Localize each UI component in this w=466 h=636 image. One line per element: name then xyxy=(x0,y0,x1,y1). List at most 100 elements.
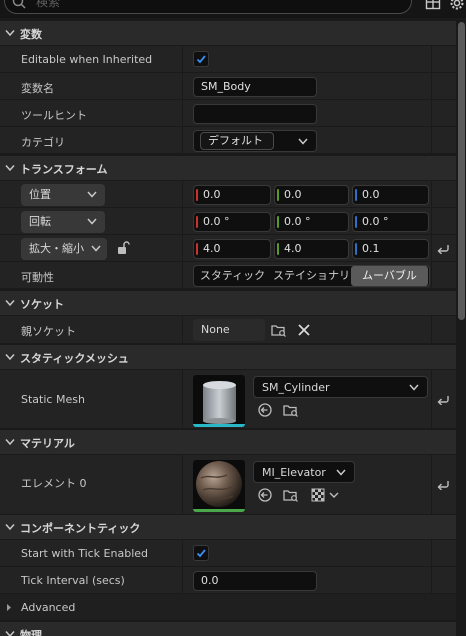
search-placeholder[interactable]: 検索 xyxy=(36,0,60,10)
static-mesh-thumbnail[interactable] xyxy=(193,375,245,427)
scale-z-field[interactable]: 0.1 xyxy=(352,239,429,259)
property-label: ツールヒント xyxy=(21,109,87,122)
property-row-mobility: 可動性 スタティック ステイショナリ ムーバブル xyxy=(0,262,456,289)
category-title: ソケット xyxy=(20,298,64,311)
chevron-down-icon xyxy=(298,138,308,145)
z-axis-marker xyxy=(355,243,357,255)
tooltip-field[interactable] xyxy=(193,104,317,124)
property-matrix-icon[interactable] xyxy=(425,0,441,10)
search-box[interactable] xyxy=(4,0,412,14)
property-label: Tick Interval (secs) xyxy=(21,574,125,587)
settings-gear-icon[interactable] xyxy=(448,0,466,12)
category-physics[interactable]: 物理 xyxy=(0,622,456,636)
property-label: 変数名 xyxy=(21,82,54,95)
property-label: 親ソケット xyxy=(21,325,76,338)
property-row-tick-interval: Tick Interval (secs) 0.0 xyxy=(0,567,456,594)
chevron-down-icon xyxy=(5,354,15,361)
unlock-icon[interactable] xyxy=(117,241,130,255)
category-combo[interactable]: デフォルト xyxy=(193,130,317,152)
category-transform[interactable]: トランスフォーム xyxy=(0,156,456,180)
category-title: トランスフォーム xyxy=(20,163,108,176)
location-y-field[interactable]: 0.0 xyxy=(274,185,349,205)
material-sphere-icon xyxy=(193,461,245,512)
checkmark-icon xyxy=(196,55,206,64)
reset-to-default-icon[interactable] xyxy=(437,480,449,490)
rotation-mode-combo[interactable]: 回転 xyxy=(21,211,105,233)
mobility-stationary-option[interactable]: ステイショナリ xyxy=(273,266,348,286)
material-combo[interactable]: MI_Elevator xyxy=(253,461,355,483)
property-row-rotation: 回転 0.0 ° 0.0 ° 0.0 ° xyxy=(0,208,456,235)
cylinder-thumbnail-icon xyxy=(193,381,245,427)
use-selected-asset-icon[interactable] xyxy=(258,488,272,502)
property-label: Static Mesh xyxy=(21,393,85,406)
location-x-field[interactable]: 0.0 xyxy=(193,185,271,205)
editable-checkbox[interactable] xyxy=(193,51,209,67)
property-label: Editable when Inherited xyxy=(21,53,153,66)
z-axis-marker xyxy=(355,189,357,201)
category-variable[interactable]: 変数 xyxy=(0,21,456,45)
rotation-x-field[interactable]: 0.0 ° xyxy=(193,212,271,232)
location-mode-combo[interactable]: 位置 xyxy=(21,184,105,206)
property-row-location: 位置 0.0 0.0 0.0 xyxy=(0,181,456,208)
start-with-tick-checkbox[interactable] xyxy=(193,545,209,561)
scale-y-field[interactable]: 4.0 xyxy=(274,239,349,259)
clear-close-icon[interactable] xyxy=(298,324,310,336)
category-value[interactable]: デフォルト xyxy=(200,132,274,150)
rotation-mode-label: 回転 xyxy=(29,215,51,228)
chevron-down-icon xyxy=(5,165,15,172)
checker-texture-dropdown-icon[interactable] xyxy=(311,488,341,502)
variable-name-field[interactable]: SM_Body xyxy=(193,77,317,97)
checkmark-icon xyxy=(196,549,206,558)
mobility-movable-option[interactable]: ムーバブル xyxy=(351,266,428,286)
chevron-down-icon xyxy=(91,245,101,252)
category-static-mesh[interactable]: スタティックメッシュ xyxy=(0,345,456,369)
category-socket[interactable]: ソケット xyxy=(0,291,456,315)
parent-socket-value[interactable]: None xyxy=(193,319,265,341)
category-component-tick[interactable]: コンポーネントティック xyxy=(0,515,456,539)
property-row-category: カテゴリ デフォルト xyxy=(0,127,456,154)
material-thumbnail[interactable] xyxy=(193,460,245,512)
property-row-start-with-tick: Start with Tick Enabled xyxy=(0,540,456,567)
location-z-field[interactable]: 0.0 xyxy=(352,185,429,205)
advanced-label: Advanced xyxy=(21,601,76,614)
category-title: マテリアル xyxy=(20,437,75,450)
property-row-material-element-0: エレメント 0 MI_Elevator xyxy=(0,455,456,515)
chevron-down-icon xyxy=(336,469,346,476)
chevron-down-icon xyxy=(5,524,15,531)
chevron-down-icon xyxy=(5,631,15,636)
static-mesh-combo[interactable]: SM_Cylinder xyxy=(253,376,428,398)
scrollbar-thumb[interactable] xyxy=(458,22,465,320)
property-row-scale: 拡大・縮小 4.0 4.0 0.1 xyxy=(0,235,456,262)
chevron-down-icon xyxy=(87,218,97,225)
category-title: 変数 xyxy=(20,28,42,41)
category-title: 物理 xyxy=(20,629,42,636)
chevron-right-icon xyxy=(7,604,11,611)
chevron-down-icon xyxy=(409,384,419,391)
y-axis-marker xyxy=(277,243,279,255)
scale-mode-label: 拡大・縮小 xyxy=(29,242,84,255)
browse-folder-icon[interactable] xyxy=(283,403,299,417)
reset-to-default-icon[interactable] xyxy=(437,395,449,405)
browse-folder-icon[interactable] xyxy=(271,323,287,337)
category-title: スタティックメッシュ xyxy=(20,352,129,365)
y-axis-marker xyxy=(277,216,279,228)
scale-mode-combo[interactable]: 拡大・縮小 xyxy=(21,238,107,260)
search-icon xyxy=(12,0,26,9)
scale-x-field[interactable]: 4.0 xyxy=(193,239,271,259)
rotation-y-field[interactable]: 0.0 ° xyxy=(274,212,349,232)
z-axis-marker xyxy=(355,216,357,228)
mobility-static-option[interactable]: スタティック xyxy=(195,266,270,286)
browse-folder-icon[interactable] xyxy=(283,488,299,502)
x-axis-marker xyxy=(196,216,198,228)
property-row-static-mesh: Static Mesh SM_Cylinder xyxy=(0,370,456,429)
tick-interval-field[interactable]: 0.0 xyxy=(193,571,317,591)
chevron-down-icon xyxy=(87,191,97,198)
use-selected-asset-icon[interactable] xyxy=(258,403,272,417)
x-axis-marker xyxy=(196,243,198,255)
advanced-expander[interactable]: Advanced xyxy=(0,594,456,621)
reset-to-default-icon[interactable] xyxy=(437,244,449,254)
category-title: コンポーネントティック xyxy=(20,522,141,535)
category-materials[interactable]: マテリアル xyxy=(0,430,456,454)
rotation-z-field[interactable]: 0.0 ° xyxy=(352,212,429,232)
y-axis-marker xyxy=(277,189,279,201)
